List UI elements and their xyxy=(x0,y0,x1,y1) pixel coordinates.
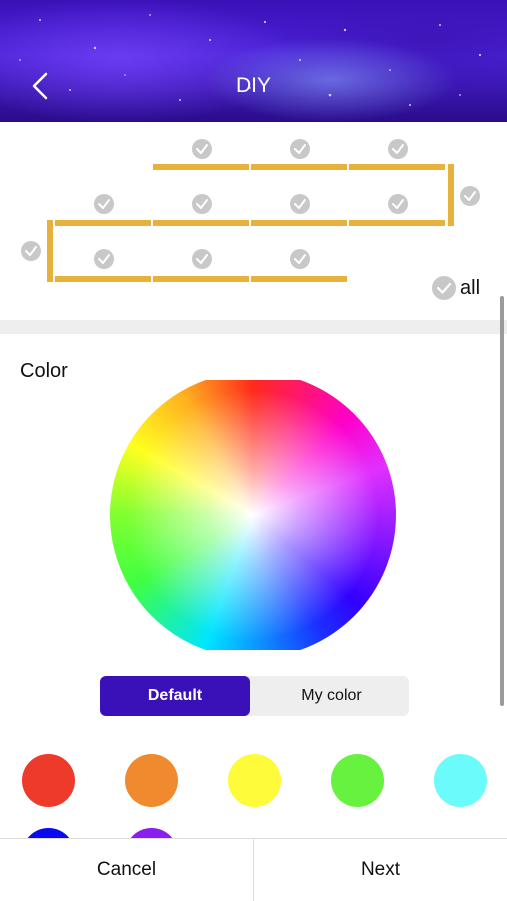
strip-segment[interactable] xyxy=(349,220,445,226)
vertical-scrollbar[interactable] xyxy=(500,296,504,706)
segment-check-icon[interactable] xyxy=(290,249,310,269)
strip-corner-segment[interactable] xyxy=(47,220,53,282)
color-swatch-orange[interactable] xyxy=(125,754,178,807)
strip-segment[interactable] xyxy=(153,220,249,226)
cancel-button[interactable]: Cancel xyxy=(0,839,253,901)
segment-check-icon[interactable] xyxy=(94,249,114,269)
header-banner: DIY xyxy=(0,0,507,122)
segment-check-icon[interactable] xyxy=(192,249,212,269)
color-swatch-yellow[interactable] xyxy=(228,754,281,807)
strip-segment[interactable] xyxy=(251,220,347,226)
color-swatch-red[interactable] xyxy=(22,754,75,807)
color-wheel[interactable] xyxy=(110,380,396,650)
strip-segment[interactable] xyxy=(251,164,347,170)
tab-my-color[interactable]: My color xyxy=(254,676,409,716)
tab-default[interactable]: Default xyxy=(100,676,250,716)
strip-segment[interactable] xyxy=(55,276,151,282)
starfield-background xyxy=(19,14,482,106)
footer-action-bar: Cancel Next xyxy=(0,838,507,901)
segment-check-icon[interactable] xyxy=(192,139,212,159)
color-swatch-green[interactable] xyxy=(331,754,384,807)
check-circle-icon xyxy=(432,276,456,300)
corner-check-icon[interactable] xyxy=(460,186,480,206)
segment-check-icon[interactable] xyxy=(388,139,408,159)
color-wheel-container xyxy=(110,380,396,650)
segment-check-icon[interactable] xyxy=(192,194,212,214)
next-button[interactable]: Next xyxy=(254,839,507,901)
strip-segment[interactable] xyxy=(153,164,249,170)
corner-check-icon[interactable] xyxy=(21,241,41,261)
color-section-title: Color xyxy=(20,360,68,382)
segment-check-icon[interactable] xyxy=(290,194,310,214)
strip-segment[interactable] xyxy=(251,276,347,282)
strip-corner-segment[interactable] xyxy=(448,164,454,226)
section-divider xyxy=(0,320,507,334)
select-all-label: all xyxy=(460,277,481,299)
segment-check-icon[interactable] xyxy=(94,194,114,214)
color-mode-segmented-control: Default My color xyxy=(100,676,409,716)
page-title: DIY xyxy=(235,74,271,97)
strip-segment[interactable] xyxy=(55,220,151,226)
strip-segment[interactable] xyxy=(349,164,445,170)
segment-check-icon[interactable] xyxy=(290,139,310,159)
strip-segment[interactable] xyxy=(153,276,249,282)
color-swatch-cyan[interactable] xyxy=(434,754,487,807)
segment-check-icon[interactable] xyxy=(388,194,408,214)
